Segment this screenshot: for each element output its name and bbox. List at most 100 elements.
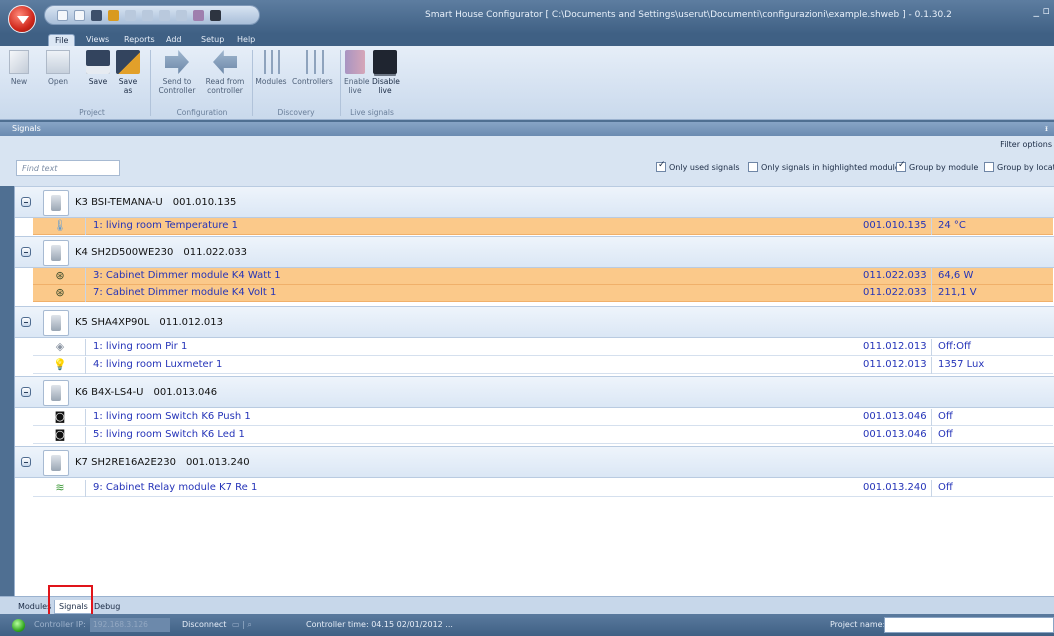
application-menu-button[interactable] xyxy=(8,5,36,33)
only-highlighted-checkbox[interactable]: Only signals in highlighted modules xyxy=(748,162,904,172)
modules-network-icon xyxy=(259,50,283,74)
tab-views[interactable]: Views xyxy=(80,34,115,46)
signal-row[interactable]: ⊛ 7: Cabinet Dimmer module K4 Volt 1 011… xyxy=(33,285,1053,302)
collapse-icon[interactable] xyxy=(21,197,31,207)
group-by-module-checkbox[interactable]: Group by module xyxy=(896,160,978,172)
module-title: K3 BSI-TEMANA-U 001.010.135 xyxy=(75,197,237,208)
open-button[interactable]: Open xyxy=(44,50,72,86)
disconnect-button[interactable]: Disconnect xyxy=(182,620,226,629)
read-arrow-icon xyxy=(213,50,237,74)
checkbox-box[interactable] xyxy=(984,162,994,172)
module-image-icon xyxy=(43,310,69,336)
group-label-discovery: Discovery xyxy=(277,108,315,117)
new-document-icon xyxy=(9,50,29,74)
new-button[interactable]: New xyxy=(8,50,30,86)
ribbon-separator xyxy=(340,50,341,116)
module-image-icon xyxy=(43,450,69,476)
window-controls[interactable]: _ ▫ xyxy=(1034,4,1050,17)
module-row-k4[interactable]: ▸ K4 SH2D500WE230011.022.033 xyxy=(15,236,1054,268)
tab-debug[interactable]: Debug xyxy=(90,600,124,614)
tab-reports[interactable]: Reports xyxy=(118,34,161,46)
lamp-icon: 💡 xyxy=(53,358,67,371)
relay-icon: ≋ xyxy=(55,481,65,494)
checkbox-box[interactable] xyxy=(748,162,758,172)
disable-live-button[interactable]: Disable live xyxy=(372,50,400,95)
module-row-k5[interactable]: K5 SHA4XP90L 011.012.013 xyxy=(15,306,1054,338)
send-icon[interactable] xyxy=(125,9,136,21)
project-name-input[interactable] xyxy=(884,617,1054,633)
save-as-icon[interactable] xyxy=(108,9,119,21)
panel-title: Signals xyxy=(12,124,41,133)
save-as-icon xyxy=(116,50,140,74)
find-text-input[interactable]: Find text xyxy=(16,160,120,176)
tab-file[interactable]: File xyxy=(48,34,76,46)
modules-button[interactable]: Modules xyxy=(254,50,288,86)
collapse-icon[interactable] xyxy=(21,317,31,327)
save-as-button[interactable]: Save as xyxy=(114,50,142,95)
send-arrow-icon xyxy=(165,50,189,74)
monitor-icon xyxy=(373,50,397,74)
tab-help[interactable]: Help xyxy=(231,34,261,46)
floppy-disk-icon xyxy=(86,50,110,74)
signals-panel-header: Signals ᵻ xyxy=(0,122,1054,136)
bottom-tab-bar: Modules Signals Debug xyxy=(0,596,1054,614)
enable-live-icon xyxy=(345,50,365,74)
group-label-project: Project xyxy=(79,108,105,117)
module-title: K7 SH2RE16A2E230 001.013.240 xyxy=(75,457,250,468)
group-label-configuration: Configuration xyxy=(176,108,228,117)
ribbon-tab-bar: File Views Reports Add Setup Help xyxy=(0,34,1054,46)
tab-add[interactable]: Add xyxy=(160,34,188,46)
ribbon: New Open Save Save as Send to Controller… xyxy=(0,46,1054,120)
signal-row[interactable]: ◈ 1: living room Pir 1 011.012.013 Off:O… xyxy=(33,339,1053,356)
only-used-signals-checkbox[interactable]: Only used signals xyxy=(656,160,739,172)
filter-options-link[interactable]: Filter options xyxy=(1000,140,1052,149)
controller-ip-field[interactable]: 192.168.3.126 xyxy=(90,618,170,632)
signal-row[interactable]: ◙ 1: living room Switch K6 Push 1 001.01… xyxy=(33,409,1053,426)
controllers-button[interactable]: Controllers xyxy=(292,50,333,86)
checkbox-box[interactable] xyxy=(896,160,906,172)
group-by-location-checkbox[interactable]: Group by location xyxy=(984,162,1054,172)
module-row-k3[interactable]: K3 BSI-TEMANA-U 001.010.135 xyxy=(15,186,1054,218)
enable-live-button[interactable]: Enable live xyxy=(344,50,370,95)
enable-live-icon[interactable] xyxy=(193,9,204,21)
controller-ip-label: Controller IP: xyxy=(34,620,86,629)
signal-row[interactable]: ≋ 9: Cabinet Relay module K7 Re 1 001.01… xyxy=(33,480,1053,497)
module-image-icon xyxy=(43,240,69,266)
read-icon[interactable] xyxy=(142,9,153,21)
checkbox-box[interactable] xyxy=(656,160,666,172)
send-to-controller-button[interactable]: Send to Controller xyxy=(156,50,198,95)
ribbon-separator xyxy=(150,50,151,116)
signal-row[interactable]: 💡 4: living room Luxmeter 1 011.012.013 … xyxy=(33,357,1053,374)
modules-icon[interactable] xyxy=(159,9,170,21)
watt-meter-icon: ⊛ xyxy=(55,269,65,282)
module-image-icon xyxy=(43,380,69,406)
save-icon[interactable] xyxy=(91,9,102,21)
module-row-k7[interactable]: K7 SH2RE16A2E230 001.013.240 xyxy=(15,446,1054,478)
connection-status-icon xyxy=(12,619,25,632)
volt-meter-icon: ⊛ xyxy=(55,286,65,299)
collapse-icon[interactable] xyxy=(21,247,31,257)
save-button[interactable]: Save xyxy=(84,50,112,86)
collapse-icon[interactable] xyxy=(21,457,31,467)
module-row-k6[interactable]: K6 B4X-LS4-U 001.013.046 xyxy=(15,376,1054,408)
module-title: K6 B4X-LS4-U 001.013.046 xyxy=(75,387,218,398)
pin-icon[interactable]: ᵻ xyxy=(1045,122,1048,136)
controllers-icon[interactable] xyxy=(176,9,187,21)
new-icon[interactable] xyxy=(57,9,68,21)
signal-row[interactable]: ⊛ 3: Cabinet Dimmer module K4 Watt 1 011… xyxy=(33,268,1053,285)
open-folder-icon xyxy=(46,50,70,74)
collapse-icon[interactable] xyxy=(21,387,31,397)
thermometer-icon: 🌡 xyxy=(53,219,67,232)
open-icon[interactable] xyxy=(74,9,85,21)
signal-row[interactable]: ◙ 5: living room Switch K6 Led 1 001.013… xyxy=(33,427,1053,444)
title-bar: Smart House Configurator [ C:\Documents … xyxy=(0,0,1054,34)
status-tool-icons[interactable]: ▭ | ⌕ xyxy=(232,620,252,630)
controllers-network-icon xyxy=(300,50,324,74)
status-bar: Controller IP: 192.168.3.126 Disconnect … xyxy=(0,614,1054,636)
filter-area: Filter options Find text Only used signa… xyxy=(0,136,1054,186)
tab-setup[interactable]: Setup xyxy=(195,34,230,46)
group-label-live-signals: Live signals xyxy=(350,108,394,117)
signal-row[interactable]: 🌡 1: living room Temperature 1 001.010.1… xyxy=(33,218,1053,235)
monitor-icon[interactable] xyxy=(210,9,221,21)
read-from-controller-button[interactable]: Read from controller xyxy=(202,50,248,95)
